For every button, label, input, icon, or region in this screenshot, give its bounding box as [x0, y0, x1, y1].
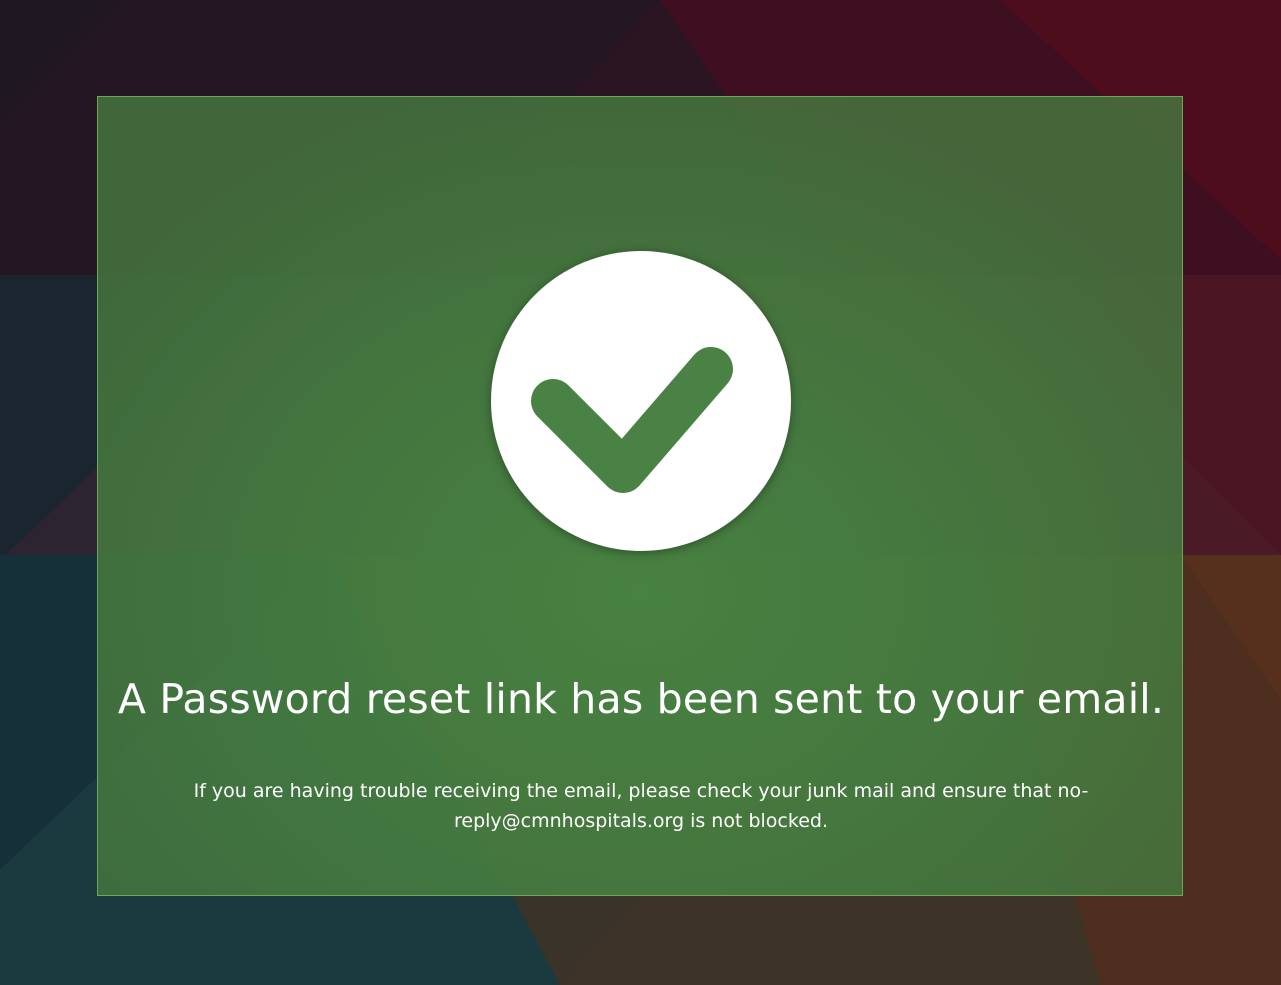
confirmation-headline: A Password reset link has been sent to y…	[117, 675, 1165, 723]
success-badge	[491, 251, 791, 551]
confirmation-panel: A Password reset link has been sent to y…	[97, 96, 1183, 896]
junk-mail-note: If you are having trouble receiving the …	[193, 780, 1089, 832]
checkmark-icon	[531, 347, 733, 493]
